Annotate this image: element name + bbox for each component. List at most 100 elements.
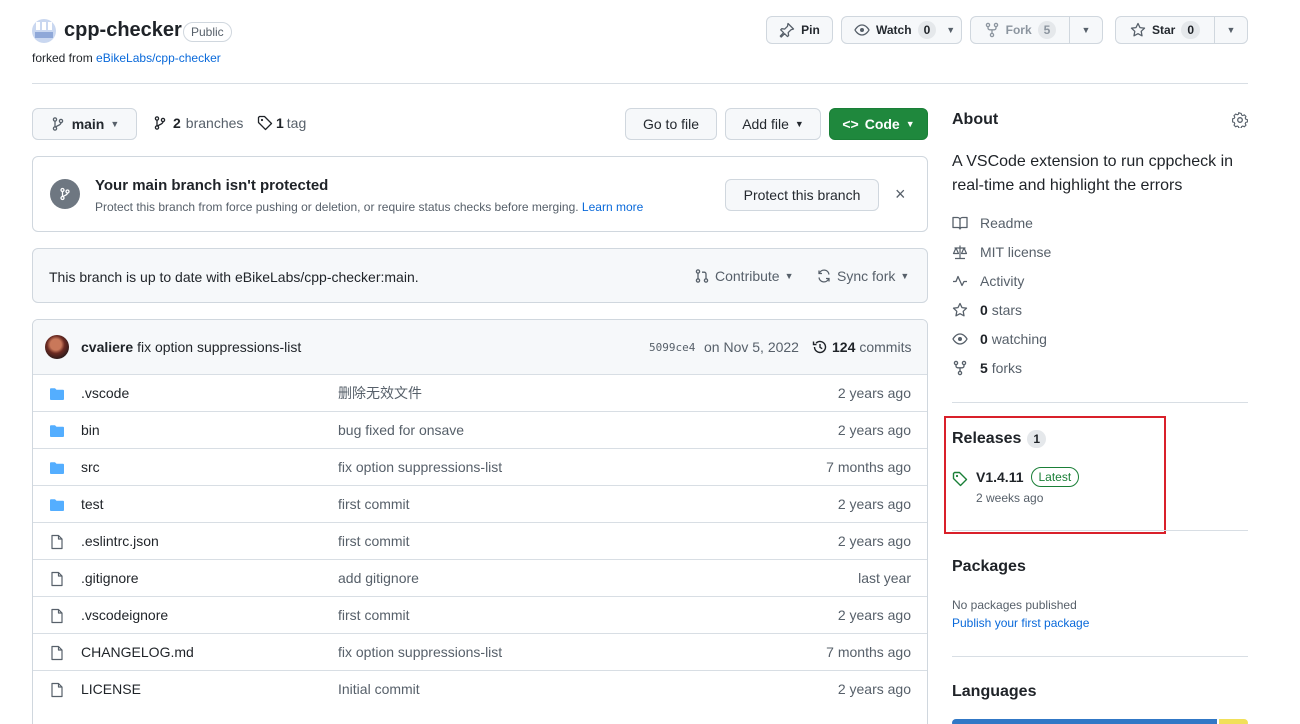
file-commit-message[interactable]: first commit <box>338 496 410 512</box>
gear-icon[interactable] <box>1232 112 1248 128</box>
table-row[interactable]: LICENSE Initial commit 2 years ago <box>33 670 927 707</box>
table-row[interactable]: test first commit 2 years ago <box>33 485 927 522</box>
commit-sha[interactable]: 5099ce4 <box>649 341 695 354</box>
activity-link[interactable]: Activity <box>952 273 1024 289</box>
readme-link[interactable]: Readme <box>952 215 1033 231</box>
header-divider <box>32 83 1248 84</box>
about-description: A VSCode extension to run cppcheck in re… <box>952 153 1234 194</box>
file-name[interactable]: .eslintrc.json <box>81 533 159 549</box>
packages-divider <box>952 656 1248 657</box>
file-commit-message[interactable]: first commit <box>338 533 410 549</box>
sync-bar: This branch is up to date with eBikeLabs… <box>32 248 928 303</box>
releases-count: 1 <box>1027 430 1047 448</box>
avatar[interactable] <box>45 335 69 359</box>
branches-link[interactable]: 2 branches <box>152 115 243 131</box>
watch-button[interactable]: Watch 0 ▼ <box>841 16 962 44</box>
file-icon <box>49 645 65 661</box>
file-name[interactable]: .vscode <box>81 385 129 401</box>
file-icon <box>49 571 65 587</box>
file-date: 2 years ago <box>837 607 911 623</box>
releases-heading: Releases <box>952 430 1022 447</box>
file-commit-message[interactable]: add gitignore <box>338 570 419 586</box>
contribute-label: Contribute <box>715 268 780 284</box>
chevron-down-icon: ▼ <box>1081 25 1091 35</box>
packages-heading[interactable]: Packages <box>952 558 1026 576</box>
license-link[interactable]: MIT license <box>952 244 1051 260</box>
commit-message[interactable]: fix option suppressions-list <box>137 339 301 355</box>
file-name[interactable]: src <box>81 459 100 475</box>
pull-request-icon <box>695 269 709 283</box>
repo-avatar <box>32 19 56 43</box>
code-button[interactable]: <> Code ▼ <box>829 108 928 140</box>
add-file-button[interactable]: Add file ▼ <box>725 108 821 140</box>
learn-more-link[interactable]: Learn more <box>582 200 643 214</box>
chevron-down-icon: ▼ <box>905 119 915 129</box>
releases-heading-row[interactable]: Releases 1 <box>952 430 1047 448</box>
fork-count: 5 <box>1037 21 1057 39</box>
file-commit-message[interactable]: fix option suppressions-list <box>338 459 502 475</box>
about-heading: About <box>952 111 999 128</box>
file-name[interactable]: bin <box>81 422 100 438</box>
branches-count: 2 <box>173 115 181 131</box>
fork-label: Fork <box>1005 23 1032 37</box>
file-name[interactable]: LICENSE <box>81 681 141 697</box>
sync-fork-dropdown[interactable]: Sync fork ▼ <box>816 268 909 284</box>
star-icon <box>1130 22 1146 37</box>
pin-button[interactable]: Pin <box>766 16 833 44</box>
eye-icon <box>952 333 968 345</box>
star-button[interactable]: Star 0 <box>1115 16 1215 44</box>
stars-link[interactable]: 0 stars <box>952 302 1022 318</box>
forks-label: forks <box>991 360 1023 376</box>
file-commit-message[interactable]: Initial commit <box>338 681 420 697</box>
code-icon: <> <box>842 116 859 132</box>
sync-message: This branch is up to date with eBikeLabs… <box>49 269 419 285</box>
tags-link[interactable]: 1 tag <box>257 115 306 131</box>
watch-label: Watch <box>876 23 912 37</box>
fork-icon <box>953 360 967 376</box>
fork-dropdown-button[interactable]: ▼ <box>1069 16 1103 44</box>
language-bar-segment <box>952 719 1217 724</box>
table-row[interactable]: .gitignore add gitignore last year <box>33 559 927 596</box>
table-row[interactable]: .vscodeignore first commit 2 years ago <box>33 596 927 633</box>
forks-count: 5 <box>980 360 988 376</box>
contribute-dropdown[interactable]: Contribute ▼ <box>694 268 794 284</box>
tags-count: 1 <box>276 115 284 131</box>
watching-link[interactable]: 0 watching <box>952 331 1047 347</box>
fork-button[interactable]: Fork 5 <box>970 16 1070 44</box>
chevron-down-icon: ▼ <box>784 271 794 281</box>
readme-label: Readme <box>980 215 1033 231</box>
chevron-down-icon: ▼ <box>946 25 956 35</box>
star-dropdown-button[interactable]: ▼ <box>1214 16 1248 44</box>
file-date: 2 years ago <box>837 385 911 401</box>
file-commit-message[interactable]: bug fixed for onsave <box>338 422 464 438</box>
publish-package-link[interactable]: Publish your first package <box>952 616 1089 630</box>
protect-description: Protect this branch from force pushing o… <box>95 200 643 214</box>
close-icon[interactable]: × <box>895 185 906 203</box>
table-row[interactable]: bin bug fixed for onsave 2 years ago <box>33 411 927 448</box>
file-name[interactable]: .vscodeignore <box>81 607 168 623</box>
commit-author[interactable]: cvaliere <box>81 339 133 355</box>
folder-icon <box>49 460 65 476</box>
repo-name[interactable]: cpp-checker <box>64 19 182 42</box>
tag-icon <box>257 115 273 131</box>
file-commit-message[interactable]: first commit <box>338 607 410 623</box>
go-to-file-button[interactable]: Go to file <box>625 108 717 140</box>
commits-link[interactable]: 124 commits <box>812 339 911 355</box>
table-row[interactable]: src fix option suppressions-list 7 months … <box>33 448 927 485</box>
forked-from-link[interactable]: eBikeLabs/cpp-checker <box>96 51 221 65</box>
forks-link[interactable]: 5 forks <box>952 360 1022 376</box>
watching-count: 0 <box>980 331 988 347</box>
book-icon <box>952 216 968 230</box>
release-link[interactable]: V1.4.11 Latest <box>976 467 1080 487</box>
file-commit-message[interactable]: 删除无效文件 <box>338 383 422 403</box>
activity-label: Activity <box>980 273 1025 289</box>
file-name[interactable]: .gitignore <box>81 570 139 586</box>
table-row[interactable]: .vscode 删除无效文件 2 years ago <box>33 374 927 411</box>
table-row[interactable]: .eslintrc.json first commit 2 years ago <box>33 522 927 559</box>
protect-branch-button[interactable]: Protect this branch <box>725 179 879 211</box>
branch-select[interactable]: main ▼ <box>32 108 137 140</box>
file-commit-message[interactable]: fix option suppressions-list <box>338 644 502 660</box>
file-name[interactable]: test <box>81 496 104 512</box>
file-name[interactable]: CHANGELOG.md <box>81 644 194 660</box>
table-row[interactable]: CHANGELOG.md fix option suppressions-list… <box>33 633 927 670</box>
